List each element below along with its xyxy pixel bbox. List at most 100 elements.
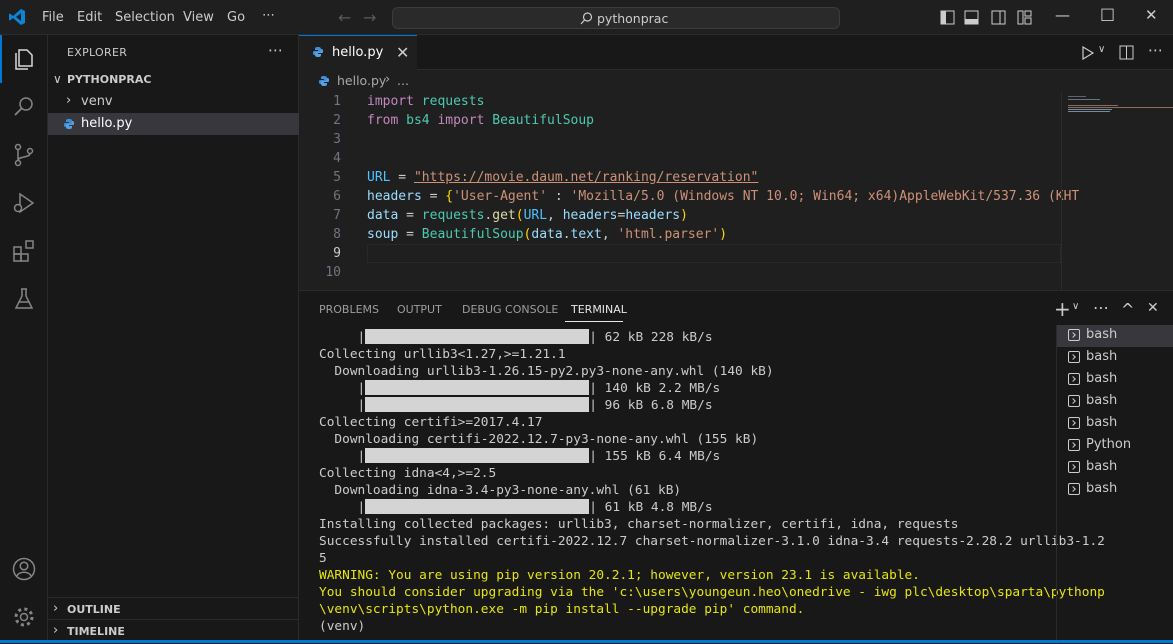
line-number: 1 <box>333 94 341 109</box>
source-control-button[interactable] <box>0 131 48 179</box>
terminal-item[interactable]: bash <box>1057 391 1173 413</box>
terminal-icon <box>1068 395 1080 407</box>
search-text: pythonprac <box>597 11 669 26</box>
run-python-icon[interactable] <box>1081 46 1095 60</box>
terminal-item[interactable]: bash <box>1057 479 1173 501</box>
python-file-icon <box>313 47 323 57</box>
menu-go[interactable]: Go <box>227 10 245 25</box>
tab-debug-console[interactable]: DEBUG CONSOLE <box>462 303 558 316</box>
terminal-line: Successfully installed certifi-2022.12.7… <box>319 533 1105 550</box>
terminal-line-text: Successfully installed certifi-2022.12.7… <box>319 534 1105 549</box>
menu-more-icon[interactable]: ⋯ <box>262 8 275 23</box>
arrow-left-icon[interactable]: ← <box>338 8 351 27</box>
toggle-secondary-sidebar-icon[interactable] <box>991 10 1006 25</box>
code-line: import requests <box>367 92 484 111</box>
extensions-button[interactable] <box>0 227 48 275</box>
customize-layout-icon[interactable] <box>1017 10 1032 25</box>
explorer-sidebar: EXPLORER ⋯ ∨ PYTHONPRAC › venv hello.py … <box>48 35 299 643</box>
terminal-item[interactable]: bash <box>1057 369 1173 391</box>
toggle-sidebar-icon[interactable] <box>940 10 955 25</box>
terminal-label: bash <box>1086 481 1118 496</box>
workspace-root[interactable]: ∨ PYTHONPRAC <box>48 69 299 91</box>
menu-file[interactable]: File <box>42 10 64 25</box>
code-token: = <box>398 208 422 223</box>
run-dropdown-chevron-icon[interactable]: ∨ <box>1098 44 1105 55</box>
explorer-button[interactable] <box>0 35 48 83</box>
close-panel-icon[interactable]: ✕ <box>1147 300 1159 316</box>
code-token: import <box>367 94 414 109</box>
search-button[interactable] <box>0 83 48 131</box>
code-token: = <box>398 227 422 242</box>
gear-icon <box>14 607 34 627</box>
terminal-line-text: 155 kB 6.4 MB/s <box>596 449 721 464</box>
accounts-button[interactable] <box>0 545 48 593</box>
new-terminal-icon[interactable]: + <box>1054 297 1071 321</box>
tab-terminal[interactable]: TERMINAL <box>571 303 627 316</box>
line-number: 8 <box>333 227 341 242</box>
run-debug-icon <box>13 192 35 214</box>
code-token: , <box>547 208 563 223</box>
chevron-right-icon: › <box>53 623 59 638</box>
progress-bar <box>365 448 590 463</box>
tree-item-venv[interactable]: › venv <box>48 91 299 113</box>
outline-section[interactable]: › OUTLINE <box>48 597 299 619</box>
terminal-item[interactable]: bash <box>1057 325 1173 347</box>
editor-more-icon[interactable]: ⋯ <box>1148 41 1163 59</box>
terminal-line-text: \venv\scripts\python.exe -m pip install … <box>319 602 805 617</box>
progress-bar-edge: | <box>589 381 597 396</box>
terminal-dropdown-chevron-icon[interactable]: ∨ <box>1072 301 1079 312</box>
terminal-line: | | 61 kB 4.8 MB/s <box>319 499 1049 516</box>
menu-edit[interactable]: Edit <box>77 10 102 25</box>
menu-selection[interactable]: Selection <box>115 10 175 25</box>
close-icon[interactable]: ✕ <box>1145 6 1158 24</box>
tab-output[interactable]: OUTPUT <box>397 303 442 316</box>
terminal-item[interactable]: Python <box>1057 435 1173 457</box>
code-token: URL <box>367 170 391 185</box>
files-icon <box>15 49 33 70</box>
terminal-icon <box>1068 417 1080 429</box>
terminal-output[interactable]: | | 62 kB 228 kB/s Collecting urllib3<1.27… <box>319 329 1105 644</box>
arrow-right-icon[interactable]: → <box>363 8 376 27</box>
tab-hello-py[interactable]: hello.py ✕ <box>299 35 417 70</box>
minimize-icon[interactable]: — <box>1055 6 1070 24</box>
tree-item-label: venv <box>81 94 113 109</box>
terminal-line-text: Downloading certifi-2022.12.7-py3-none-a… <box>319 432 759 447</box>
terminal-line-text: Collecting idna<4,>=2.5 <box>319 466 497 481</box>
maximize-panel-icon[interactable]: ^ <box>1121 300 1134 319</box>
panel-more-icon[interactable]: ⋯ <box>1093 298 1109 317</box>
manage-button[interactable] <box>0 593 48 641</box>
run-debug-button[interactable] <box>0 179 48 227</box>
chevron-right-icon: › <box>66 93 72 108</box>
menu-view[interactable]: View <box>183 10 214 25</box>
close-tab-icon[interactable]: ✕ <box>396 43 409 62</box>
code-editor[interactable]: 1 2 3 4 5 6 7 8 9 10 import requests fro… <box>299 92 1173 290</box>
tab-problems[interactable]: PROBLEMS <box>319 303 379 316</box>
terminal-line: Downloading idna-3.4-py3-none-any.whl (6… <box>319 482 1049 499</box>
terminal-line: | | 62 kB 228 kB/s <box>319 329 1049 346</box>
maximize-icon[interactable]: □ <box>1100 4 1115 23</box>
testing-button[interactable] <box>0 275 48 323</box>
terminal-line: Downloading certifi-2022.12.7-py3-none-a… <box>319 431 1049 448</box>
progress-bar-edge: | <box>319 381 366 396</box>
minimap[interactable] <box>1061 92 1173 290</box>
chevron-right-icon: › <box>53 601 59 616</box>
terminal-item[interactable]: bash <box>1057 457 1173 479</box>
terminal-item[interactable]: bash <box>1057 413 1173 435</box>
timeline-section[interactable]: › TIMELINE <box>48 619 299 641</box>
breadcrumb-more[interactable]: ... <box>397 73 409 88</box>
code-token: 'User-Agent' <box>453 189 548 204</box>
code-token: ) <box>680 208 688 223</box>
toggle-panel-icon[interactable] <box>964 10 979 25</box>
progress-bar-edge: | <box>319 500 366 515</box>
more-actions-icon[interactable]: ⋯ <box>268 41 283 59</box>
terminal-item[interactable]: bash <box>1057 347 1173 369</box>
code-token: , <box>601 227 618 242</box>
split-editor-icon[interactable] <box>1119 45 1134 60</box>
progress-bar <box>365 380 590 395</box>
progress-bar <box>365 499 590 514</box>
search-icon <box>14 97 33 116</box>
current-line-highlight <box>367 244 1061 263</box>
tree-item-hello-py[interactable]: hello.py <box>48 113 299 135</box>
breadcrumb-file[interactable]: hello.py <box>337 73 386 88</box>
command-center-search[interactable]: pythonprac <box>392 7 840 29</box>
